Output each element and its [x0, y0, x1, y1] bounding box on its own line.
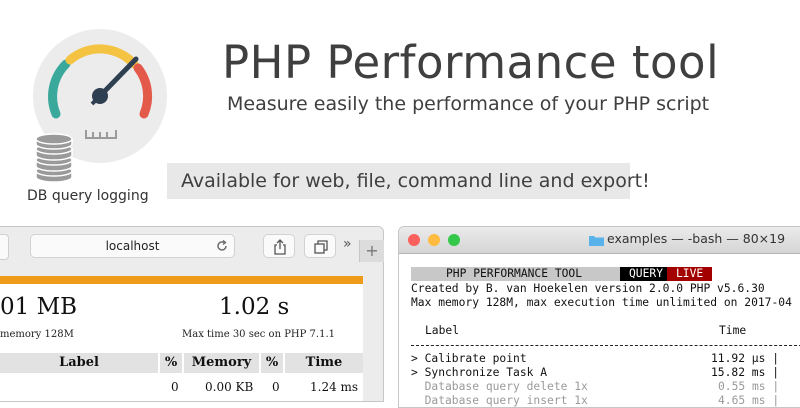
terminal-window: examples — -bash — 80×19 PHP PERFORMANCE…: [398, 226, 800, 408]
terminal-divider: [411, 345, 800, 346]
tabs-overview-button[interactable]: [304, 234, 336, 258]
terminal-created-line: Created by B. van Hoekelen version 2.0.0…: [411, 282, 765, 295]
browser-tab-stub[interactable]: [0, 234, 9, 260]
terminal-row-label: > Synchronize Task A: [411, 366, 548, 379]
new-tab-button[interactable]: +: [359, 240, 384, 262]
availability-banner: Available for web, file, command line an…: [167, 163, 650, 199]
close-window-icon[interactable]: [408, 234, 420, 246]
share-icon: [274, 239, 286, 255]
cell-time: 1.24 ms: [310, 380, 359, 394]
database-icon: [34, 133, 74, 183]
web-report-page: 01 MB memory 128M 1.02 s Max time 30 sec…: [0, 276, 363, 401]
column-header-percent: %: [160, 353, 182, 373]
address-bar[interactable]: localhost: [30, 234, 235, 258]
terminal-col-label: Label: [425, 324, 460, 337]
terminal-memory-line: Max memory 128M, max execution time unli…: [411, 296, 792, 309]
cell-percent: 0: [171, 380, 179, 394]
terminal-row-label: > Calibrate point: [411, 352, 527, 365]
reload-icon[interactable]: [215, 239, 229, 253]
time-stat-value: 1.02 s: [219, 294, 290, 320]
terminal-row-label: Database query insert 1x: [411, 394, 588, 407]
address-text: localhost: [105, 239, 160, 253]
report-table-header: Label % Memory % Time: [0, 353, 363, 373]
db-query-logging-caption: DB query logging: [27, 188, 149, 204]
terminal-col-time: Time: [719, 324, 747, 337]
query-tag: QUERY: [629, 267, 664, 280]
cell-percent-2: 0: [272, 380, 280, 394]
terminal-title: examples — -bash — 80×19: [607, 231, 786, 246]
page-title: PHP Performance tool: [222, 36, 720, 89]
share-button[interactable]: [263, 234, 295, 258]
terminal-row-time: 15.82 ms |: [711, 366, 780, 379]
overflow-chevron-icon[interactable]: »: [343, 236, 351, 252]
memory-stat-caption: memory 128M: [0, 329, 74, 340]
terminal-banner: PHP PERFORMANCE TOOL: [446, 267, 583, 280]
terminal-titlebar: examples — -bash — 80×19: [399, 227, 800, 254]
terminal-row-time: 0.55 ms |: [718, 380, 780, 393]
terminal-row-time: 4.65 ms |: [718, 394, 780, 407]
page-subtitle: Measure easily the performance of your P…: [227, 93, 710, 115]
cell-memory: 0.00 KB: [205, 380, 254, 394]
column-header-label: Label: [0, 353, 158, 373]
column-header-time: Time: [285, 353, 363, 373]
memory-stat-value: 01 MB: [0, 294, 78, 320]
terminal-row-time: 11.92 μs |: [711, 352, 780, 365]
live-tag: LIVE: [676, 267, 704, 280]
folder-icon: [589, 236, 604, 246]
time-stat-caption: Max time 30 sec on PHP 7.1.1: [182, 329, 335, 340]
tabs-icon: [314, 240, 328, 254]
maximize-window-icon[interactable]: [448, 234, 460, 246]
column-header-memory: Memory: [184, 353, 259, 373]
minimize-window-icon[interactable]: [428, 234, 440, 246]
terminal-row-label: Database query delete 1x: [411, 380, 588, 393]
browser-window: localhost » 01 MB memory 128M 1.02 s Max…: [0, 226, 384, 402]
column-header-percent-2: %: [261, 353, 283, 373]
browser-toolbar: localhost »: [0, 227, 383, 263]
